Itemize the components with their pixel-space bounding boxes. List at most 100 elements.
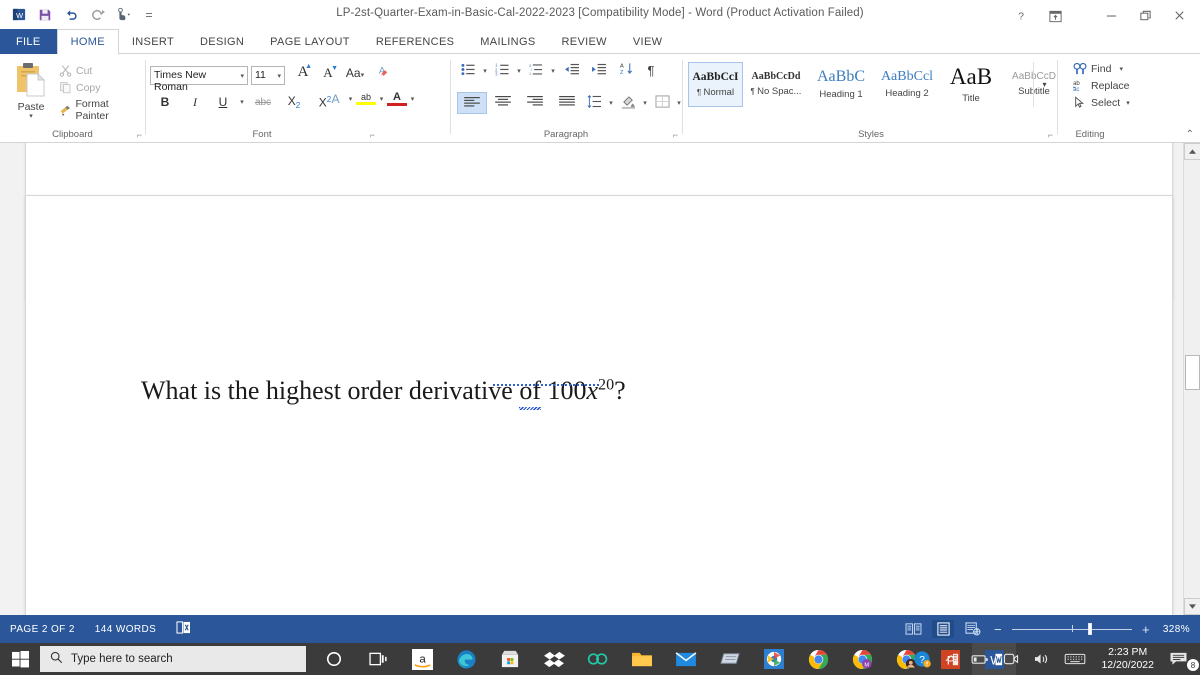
format-painter-button[interactable]: Format Painter — [56, 96, 145, 124]
scroll-down-button[interactable] — [1184, 598, 1200, 615]
windows-start-icon[interactable] — [0, 643, 40, 675]
office-icon[interactable] — [576, 643, 620, 675]
font-color-dropdown-icon[interactable]: ▾ — [407, 95, 418, 103]
style-heading-1[interactable]: AaBbC Heading 1 — [809, 62, 873, 107]
text-effects-dropdown-icon[interactable]: ▾ — [345, 95, 356, 103]
action-center-icon[interactable]: 8 — [1162, 643, 1200, 675]
paragraph-dialog-launcher[interactable]: ⌐ — [673, 130, 678, 140]
tab-page-layout[interactable]: PAGE LAYOUT — [257, 29, 363, 54]
tab-file[interactable]: FILE — [0, 29, 57, 54]
sticky-notes-icon[interactable] — [708, 643, 752, 675]
multilevel-list-icon[interactable]: ai1 — [525, 63, 547, 79]
ribbon-display-options-icon[interactable] — [1038, 4, 1072, 28]
status-page-indicator[interactable]: PAGE 2 OF 2 — [0, 624, 85, 635]
replace-button[interactable]: ab ac Replace — [1070, 77, 1133, 94]
file-explorer-icon[interactable] — [620, 643, 664, 675]
borders-dropdown-icon[interactable]: ▾ — [673, 99, 685, 107]
multilevel-dropdown-icon[interactable]: ▾ — [547, 67, 559, 75]
microsoft-store-icon[interactable] — [488, 643, 532, 675]
print-layout-icon[interactable] — [932, 620, 954, 638]
zoom-out-button[interactable]: − — [992, 622, 1004, 637]
italic-button[interactable]: I — [180, 95, 210, 110]
numbering-dropdown-icon[interactable]: ▾ — [513, 67, 525, 75]
align-left-icon[interactable] — [457, 92, 487, 114]
document-page[interactable]: What is the highest order derivative of … — [25, 195, 1173, 615]
style-title[interactable]: AaB Title — [941, 62, 1001, 107]
font-size-input[interactable]: 11 ▾ — [251, 66, 285, 85]
more-styles-icon[interactable]: ▾ — [1033, 62, 1055, 107]
clear-formatting-icon[interactable]: A — [369, 64, 393, 81]
sort-icon[interactable]: AZ — [613, 62, 639, 79]
shading-icon[interactable] — [617, 95, 639, 112]
justify-icon[interactable] — [551, 95, 583, 111]
minimize-icon[interactable] — [1094, 3, 1128, 27]
bullets-icon[interactable] — [457, 63, 479, 79]
tab-review[interactable]: REVIEW — [549, 29, 620, 54]
font-color-icon[interactable]: A — [387, 92, 407, 106]
numbering-icon[interactable]: 123 — [491, 62, 513, 79]
show-formatting-marks-icon[interactable]: ¶ — [639, 63, 663, 78]
tab-design[interactable]: DESIGN — [187, 29, 257, 54]
tab-home[interactable]: HOME — [56, 29, 119, 55]
zoom-in-button[interactable]: + — [1140, 622, 1152, 637]
document-paragraph[interactable]: What is the highest order derivative of … — [141, 376, 1041, 410]
collapse-ribbon-icon[interactable]: ⌃ — [1186, 129, 1194, 140]
bold-button[interactable]: B — [150, 95, 180, 109]
amazon-icon[interactable]: a — [400, 643, 444, 675]
zoom-slider[interactable] — [1012, 622, 1132, 636]
find-button[interactable]: Find ▾ — [1070, 60, 1133, 77]
font-size-dropdown-icon[interactable]: ▾ — [277, 72, 281, 80]
style-heading-2[interactable]: AaBbCcl Heading 2 — [875, 62, 939, 107]
line-spacing-dropdown-icon[interactable]: ▾ — [605, 99, 617, 107]
show-hidden-icons-chevron[interactable] — [938, 643, 964, 675]
paste-dropdown-arrow-icon[interactable]: ▾ — [8, 113, 54, 120]
borders-icon[interactable] — [651, 94, 673, 112]
scroll-up-button[interactable] — [1184, 143, 1200, 160]
task-view-icon[interactable] — [356, 643, 400, 675]
select-dropdown-icon[interactable]: ▾ — [1126, 99, 1130, 107]
clipboard-dialog-launcher[interactable]: ⌐ — [137, 130, 142, 140]
mail-icon[interactable] — [664, 643, 708, 675]
close-icon[interactable] — [1162, 3, 1196, 27]
text-effects-icon[interactable]: A — [326, 92, 345, 106]
web-layout-icon[interactable] — [962, 620, 984, 638]
align-center-icon[interactable] — [487, 95, 519, 111]
font-name-input[interactable]: Times New Roman ▾ — [150, 66, 248, 93]
paste-button[interactable]: Paste ▾ — [8, 60, 54, 120]
shrink-font-button[interactable]: A ▼ — [315, 65, 341, 81]
find-dropdown-icon[interactable]: ▾ — [1119, 65, 1123, 73]
cut-button[interactable]: Cut — [56, 62, 145, 79]
chrome-icon[interactable] — [796, 643, 840, 675]
tab-view[interactable]: VIEW — [620, 29, 675, 54]
volume-icon[interactable] — [1026, 643, 1057, 675]
chrome-profile-m-icon[interactable]: M — [840, 643, 884, 675]
font-name-dropdown-icon[interactable]: ▾ — [240, 72, 244, 80]
tab-references[interactable]: REFERENCES — [363, 29, 467, 54]
increase-indent-icon[interactable] — [585, 63, 613, 79]
dropbox-icon[interactable] — [532, 643, 576, 675]
line-spacing-icon[interactable] — [583, 94, 605, 111]
document-text-grammar-error[interactable]: of — [519, 376, 541, 410]
align-right-icon[interactable] — [519, 95, 551, 111]
underline-dropdown-icon[interactable]: ▾ — [236, 98, 248, 106]
tab-insert[interactable]: INSERT — [119, 29, 187, 54]
strikethrough-button[interactable]: abc — [248, 96, 278, 108]
restore-icon[interactable] — [1128, 3, 1162, 27]
style-normal[interactable]: AaBbCcI ¶ Normal — [688, 62, 743, 107]
zoom-slider-handle[interactable] — [1088, 623, 1092, 635]
scrollbar-thumb[interactable] — [1185, 355, 1200, 390]
style-no-spacing[interactable]: AaBbCcDd ¶ No Spac... — [745, 62, 807, 107]
chrome-app-icon[interactable] — [752, 643, 796, 675]
touch-keyboard-icon[interactable] — [1057, 643, 1093, 675]
change-case-button[interactable]: Aa▾ — [341, 66, 369, 80]
underline-button[interactable]: U — [210, 95, 236, 109]
help-and-support-icon[interactable]: ? — [906, 643, 938, 675]
highlight-dropdown-icon[interactable]: ▾ — [376, 95, 387, 103]
subscript-button[interactable]: X2 — [278, 94, 310, 110]
copy-button[interactable]: Copy — [56, 79, 145, 96]
webcam-icon[interactable] — [996, 643, 1026, 675]
help-icon[interactable]: ? — [1004, 4, 1038, 28]
shading-dropdown-icon[interactable]: ▾ — [639, 99, 651, 107]
taskbar-search-box[interactable]: Type here to search — [40, 646, 306, 672]
select-button[interactable]: Select ▾ — [1070, 94, 1133, 111]
